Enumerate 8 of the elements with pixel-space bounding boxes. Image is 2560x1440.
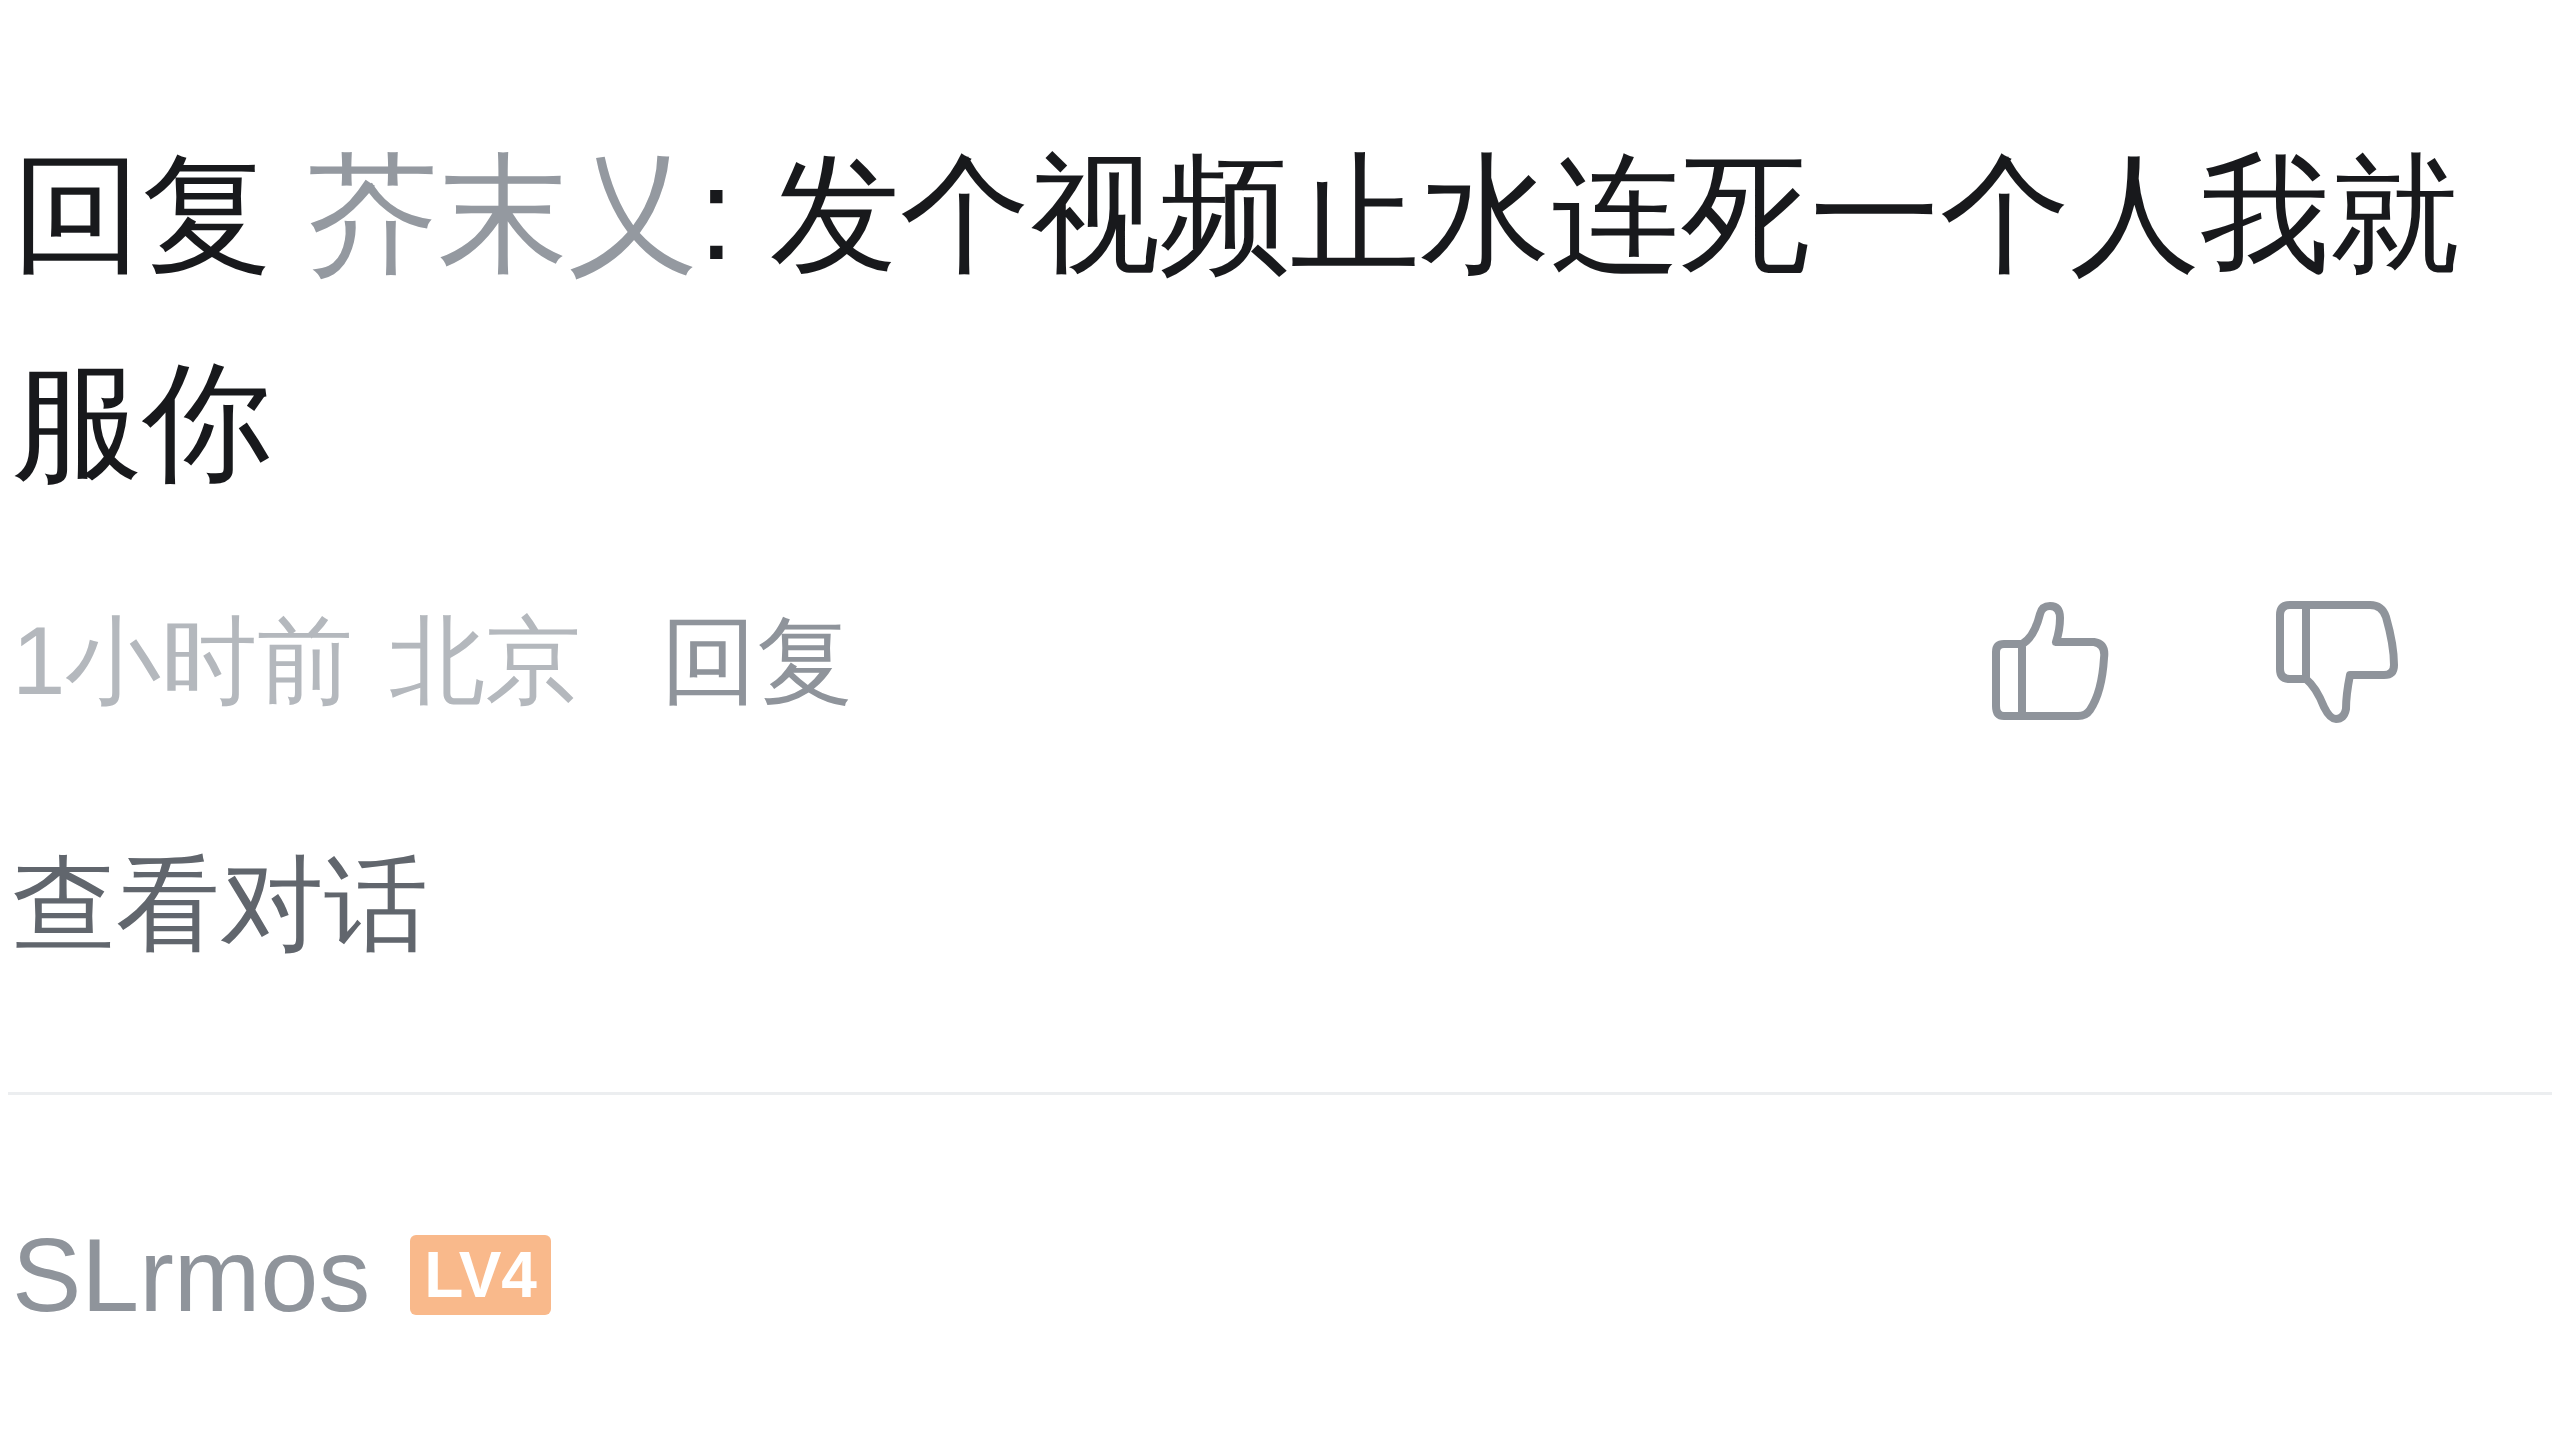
reply-button[interactable]: 回复 xyxy=(661,589,854,733)
username[interactable]: SLrmos xyxy=(12,1215,371,1335)
comment-location: 北京 xyxy=(389,606,582,716)
level-badge: LV4 xyxy=(410,1235,551,1315)
view-conversation-link[interactable]: 查看对话 xyxy=(12,826,428,982)
reply-comment-text: 回复 芥末乂: 发个视频止水连死一个人我就服你 xyxy=(12,140,2462,497)
comment-time: 1小时前 xyxy=(12,606,354,716)
thumbs-down-icon[interactable] xyxy=(2274,599,2398,723)
